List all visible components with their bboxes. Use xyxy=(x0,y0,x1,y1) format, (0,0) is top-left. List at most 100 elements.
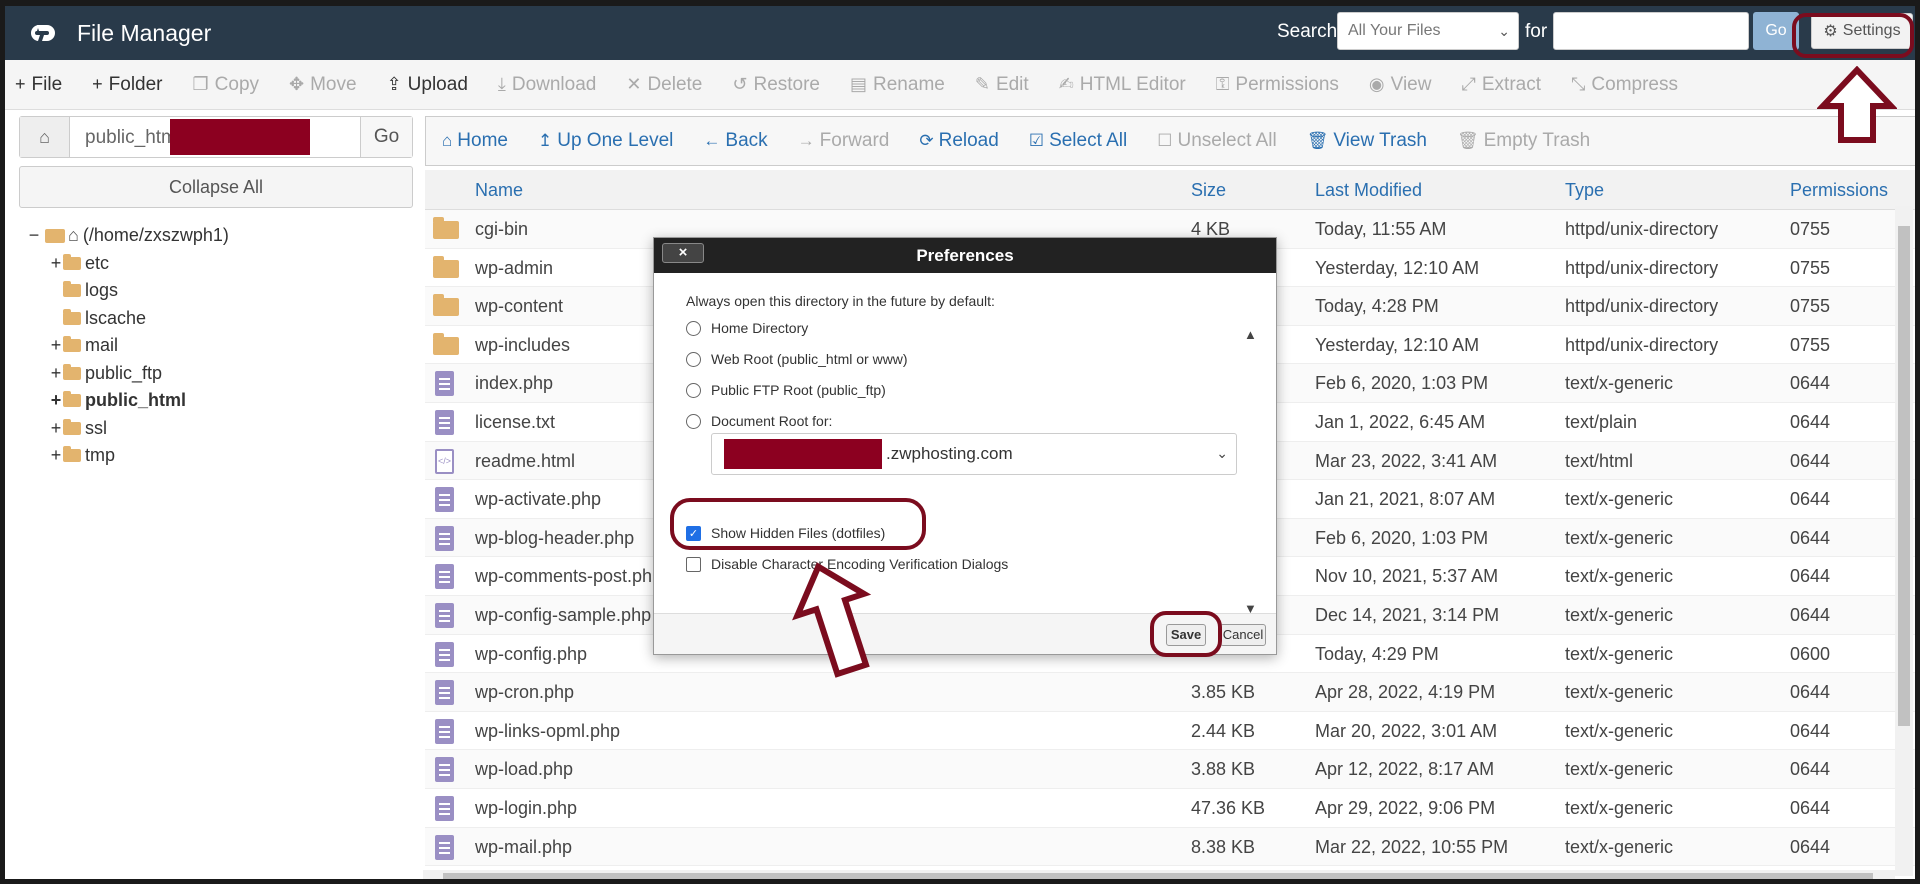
nav-view-trash-button[interactable]: 🗑 View Trash xyxy=(1307,130,1427,152)
folder-icon xyxy=(433,217,459,239)
file-permissions: 0755 xyxy=(1790,296,1831,317)
toolbar-download-button[interactable]: ⤓ Download xyxy=(498,74,596,96)
table-row[interactable]: wp-cron.php 3.85 KB Apr 28, 2022, 4:19 PM t… xyxy=(425,673,1915,712)
file-name[interactable]: wp-load.php xyxy=(475,759,573,780)
tree-item-mail[interactable]: + mail xyxy=(27,332,229,360)
file-name[interactable]: wp-login.php xyxy=(475,798,577,819)
dialog-close-button[interactable]: × xyxy=(662,243,704,263)
radio-document-root[interactable]: Document Root for: xyxy=(686,413,832,429)
table-row[interactable]: wp-mail.php 8.38 KB Mar 22, 2022, 10:55 PM… xyxy=(425,827,1915,867)
tree-root[interactable]: − ⌂ (/home/zxszwph1) xyxy=(27,222,229,250)
collapse-toggle-icon[interactable]: − xyxy=(27,225,41,246)
expand-toggle-icon[interactable]: + xyxy=(49,335,63,356)
nav-unselect-all-button[interactable]: ☐ Unselect All xyxy=(1157,130,1277,152)
trash-icon: 🗑 xyxy=(1456,131,1479,150)
toolbar-file-button[interactable]: + File xyxy=(15,74,62,96)
file-name[interactable]: readme.html xyxy=(475,451,575,472)
dialog-scrollbar[interactable]: ▲ ▼ xyxy=(1241,323,1259,623)
file-type: text/x-generic xyxy=(1565,527,1674,548)
column-header-modified[interactable]: Last Modified xyxy=(1315,180,1422,201)
nav-reload-button[interactable]: ⟳ Reload xyxy=(919,130,998,152)
file-name[interactable]: cgi-bin xyxy=(475,219,528,240)
toolbar-compress-button[interactable]: ⤡ Compress xyxy=(1571,74,1678,96)
search-scope-select[interactable]: All Your Files ⌄ xyxy=(1337,12,1519,50)
tree-item-label: etc xyxy=(85,252,110,273)
path-home-button[interactable]: ⌂ xyxy=(20,117,70,157)
cancel-button[interactable]: Cancel xyxy=(1220,624,1266,646)
file-name[interactable]: wp-mail.php xyxy=(475,837,572,858)
toolbar-edit-button[interactable]: ✎ Edit xyxy=(975,74,1029,96)
expand-toggle-icon[interactable]: + xyxy=(49,390,63,411)
toolbar-folder-button[interactable]: + Folder xyxy=(92,74,162,96)
column-header-type[interactable]: Type xyxy=(1565,180,1604,201)
file-name[interactable]: wp-links-opml.php xyxy=(475,721,620,742)
column-header-size[interactable]: Size xyxy=(1191,180,1226,201)
file-name[interactable]: wp-comments-post.php xyxy=(475,566,662,587)
tree-item-logs[interactable]: logs xyxy=(27,277,229,305)
home-icon: ⌂ xyxy=(68,225,79,246)
document-root-select[interactable]: .zwphosting.com ⌄ xyxy=(711,433,1237,475)
toolbar-copy-button[interactable]: ❐ Copy xyxy=(193,74,260,96)
nav-select-all-button[interactable]: ☑ Select All xyxy=(1029,130,1127,152)
toolbar-extract-button[interactable]: ⤢ Extract xyxy=(1461,74,1541,96)
file-name[interactable]: index.php xyxy=(475,373,553,394)
nav-forward-button[interactable]: → Forward xyxy=(798,130,890,152)
tree-item-tmp[interactable]: + tmp xyxy=(27,442,229,470)
file-name[interactable]: wp-includes xyxy=(475,335,570,356)
toolbar-rename-button[interactable]: ▤ Rename xyxy=(850,74,945,96)
tree-item-public_ftp[interactable]: + public_ftp xyxy=(27,360,229,388)
toolbar-delete-button[interactable]: ✕ Delete xyxy=(626,74,702,96)
scroll-thumb[interactable] xyxy=(1898,226,1910,726)
expand-toggle-icon[interactable]: + xyxy=(49,253,63,274)
search-input[interactable] xyxy=(1553,12,1749,50)
radio-button[interactable] xyxy=(686,351,701,367)
file-name[interactable]: wp-admin xyxy=(475,258,553,279)
nav-home-button[interactable]: ⌂ Home xyxy=(442,130,508,152)
file-name[interactable]: license.txt xyxy=(475,412,555,433)
table-row[interactable]: wp-links-opml.php 2.44 KB Mar 20, 2022, 3:… xyxy=(425,712,1915,751)
path-go-button[interactable]: Go xyxy=(360,117,412,157)
toolbar-html-editor-button[interactable]: ✍ HTML Editor xyxy=(1059,74,1186,96)
nav-label: Home xyxy=(457,130,508,151)
radio-button[interactable] xyxy=(686,413,701,429)
radio-public-ftp[interactable]: Public FTP Root (public_ftp) xyxy=(686,382,886,398)
tree-item-public_html[interactable]: + public_html xyxy=(27,387,229,415)
nav-up-one-level-button[interactable]: ↥ Up One Level xyxy=(538,130,673,152)
file-name[interactable]: wp-cron.php xyxy=(475,682,574,703)
expand-toggle-icon[interactable]: + xyxy=(49,363,63,384)
expand-toggle-icon[interactable]: + xyxy=(49,445,63,466)
file-name[interactable]: wp-config.php xyxy=(475,644,587,665)
dialog-title-bar: × Preferences xyxy=(654,238,1276,273)
toolbar-move-button[interactable]: ✥ Move xyxy=(289,74,357,96)
file-name[interactable]: wp-activate.php xyxy=(475,489,601,510)
disable-encoding-checkbox[interactable] xyxy=(686,556,701,572)
file-name[interactable]: wp-config-sample.php xyxy=(475,605,651,626)
radio-web-root[interactable]: Web Root (public_html or www) xyxy=(686,351,908,367)
scroll-thumb[interactable] xyxy=(443,873,1873,879)
path-input[interactable]: public_html/ xyxy=(70,117,360,157)
radio-button[interactable] xyxy=(686,382,701,398)
vertical-scrollbar[interactable] xyxy=(1895,206,1913,876)
radio-button[interactable] xyxy=(686,320,701,336)
toolbar-upload-button[interactable]: ⇪ Upload xyxy=(387,74,468,96)
table-row[interactable]: wp-load.php 3.88 KB Apr 12, 2022, 8:17 AM t… xyxy=(425,750,1915,789)
file-name[interactable]: wp-content xyxy=(475,296,563,317)
toolbar-restore-button[interactable]: ↺ Restore xyxy=(732,74,820,96)
file-name[interactable]: wp-blog-header.php xyxy=(475,528,634,549)
table-row[interactable]: wp-login.php 47.36 KB Apr 29, 2022, 9:06 P… xyxy=(425,789,1915,828)
tree-item-lscache[interactable]: lscache xyxy=(27,305,229,333)
file-modified: Today, 11:55 AM xyxy=(1315,219,1447,239)
column-header-permissions[interactable]: Permissions xyxy=(1790,180,1888,201)
column-header-name[interactable]: Name xyxy=(475,180,523,201)
nav-back-button[interactable]: ← Back xyxy=(703,130,767,152)
radio-home-directory[interactable]: Home Directory xyxy=(686,320,808,336)
expand-toggle-icon[interactable]: + xyxy=(49,418,63,439)
collapse-all-button[interactable]: Collapse All xyxy=(19,166,413,208)
tree-item-etc[interactable]: + etc xyxy=(27,250,229,278)
nav-empty-trash-button[interactable]: 🗑 Empty Trash xyxy=(1457,130,1590,152)
toolbar-permissions-button[interactable]: ⚿ Permissions xyxy=(1216,74,1339,96)
horizontal-scrollbar[interactable] xyxy=(423,870,1895,879)
chevron-up-icon[interactable]: ▲ xyxy=(1244,327,1257,342)
toolbar-view-button[interactable]: ◉ View xyxy=(1369,74,1432,96)
tree-item-ssl[interactable]: + ssl xyxy=(27,415,229,443)
